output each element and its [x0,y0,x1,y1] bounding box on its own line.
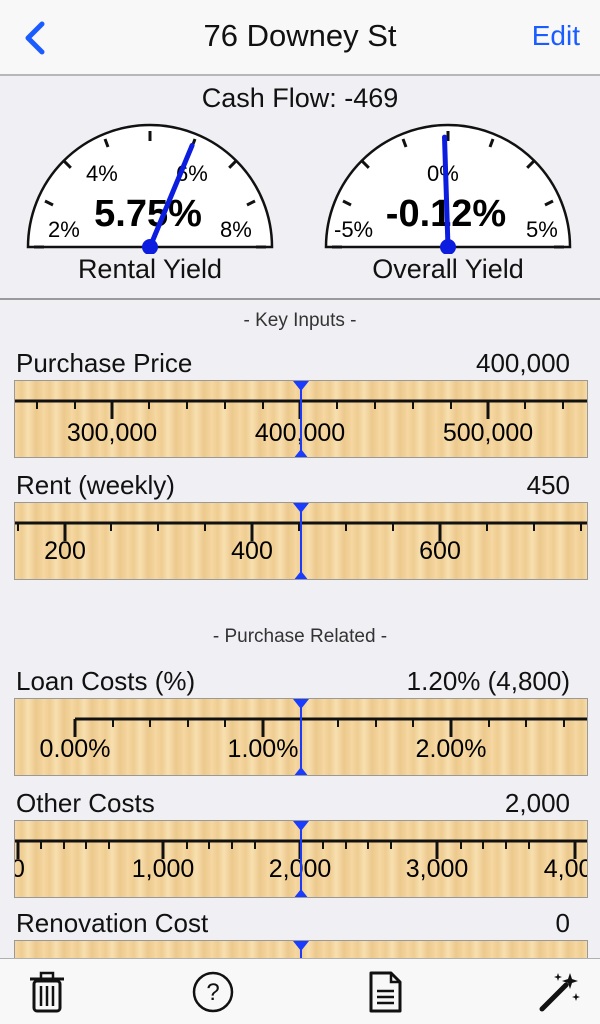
ruler-tick-label: 0.00% [40,735,111,763]
loan-costs-slider[interactable]: 0.00% 1.00% 2.00% [14,698,588,776]
svg-text:?: ? [206,979,219,1006]
gauge-tick-label: 5% [526,217,558,242]
loan-costs-label: Loan Costs (%) [16,666,196,696]
rental-yield-gauge: 2% 4% 6% 8% 5.75% Rental Yield [20,119,280,299]
ruler-tick-label: 200 [44,537,86,565]
loan-costs-value: 1.20% (4,800) [406,666,570,696]
delete-button[interactable] [24,969,70,1015]
slider-marker-top [293,699,309,709]
gauge-needle [442,134,451,250]
gauge-value: 5.75% [94,193,202,235]
overall-gauge-dial: -5% 0% 5% -0.12% [324,123,572,254]
help-icon: ? [192,971,234,1013]
navigation-bar: 76 Downey St Edit [0,0,600,76]
slider-marker-top [293,503,309,513]
renovation-cost-value: 0 [555,908,570,938]
inputs-scroll-area[interactable]: - Key Inputs - Purchase Price 400,000 30… [0,302,600,958]
purchase-price-label: Purchase Price [16,348,193,378]
slider-marker-top [293,941,309,951]
ruler-tick-label: 600 [419,537,461,565]
gauge-tick-label: -5% [334,217,373,242]
ruler-tick-label: 1.00% [228,735,299,763]
rental-gauge-dial: 2% 4% 6% 8% 5.75% [26,123,274,254]
gauge-tick-label: 2% [48,217,80,242]
slider-marker-bottom [294,571,308,579]
slider-marker-bottom [294,889,308,897]
renovation-cost-slider[interactable] [14,940,588,958]
purchase-price-value: 400,000 [476,348,570,378]
overall-yield-label: Overall Yield [372,254,524,284]
slider-marker-bottom [294,449,308,457]
section-header-key-inputs: - Key Inputs - [243,310,357,331]
ruler-tick-label: 0 [15,855,25,883]
summary-panel: Cash Flow: -469 2% 4% 6% 8% 5.75% Rental… [0,77,600,300]
document-icon [369,971,402,1013]
ruler-tick-label: 400 [231,537,273,565]
overall-yield-gauge: -5% 0% 5% -0.12% Overall Yield [318,119,578,299]
gauge-tick-label: 8% [220,217,252,242]
ruler-tick-label: 3,000 [406,855,469,883]
bottom-toolbar: ? [0,958,600,1024]
rent-slider[interactable]: 200 400 600 [14,502,588,580]
purchase-price-slider[interactable]: 300,000 400,000 500,000 [14,380,588,458]
page-title: 76 Downey St [203,18,397,53]
cash-flow-label: Cash Flow: -469 [201,83,399,113]
magic-wand-icon [539,973,580,1012]
ruler-tick-label: 1,000 [132,855,195,883]
slider-marker-bottom [294,767,308,775]
ruler-tick-label: 300,000 [67,419,157,447]
edit-button[interactable]: Edit [532,20,580,52]
slider-marker-top [293,821,309,831]
ruler-tick-label: 2.00% [416,735,487,763]
ruler-tick-label: 500,000 [443,419,533,447]
gauge-tick-label: 4% [86,161,118,186]
help-button[interactable]: ? [190,969,236,1015]
section-header-purchase-related: - Purchase Related - [212,626,388,647]
report-button[interactable] [362,969,408,1015]
trash-icon [30,971,64,1013]
slider-marker-top [293,381,309,391]
other-costs-value: 2,000 [504,788,570,818]
renovation-cost-label: Renovation Cost [16,908,209,938]
auto-fill-button[interactable] [536,969,582,1015]
rental-yield-label: Rental Yield [77,254,223,284]
other-costs-slider[interactable]: 0 1,000 2,000 3,000 4,000 [14,820,588,898]
ruler-tick-label: 4,000 [544,855,588,883]
other-costs-label: Other Costs [16,788,155,818]
rent-label: Rent (weekly) [16,470,175,500]
rent-value: 450 [526,470,570,500]
